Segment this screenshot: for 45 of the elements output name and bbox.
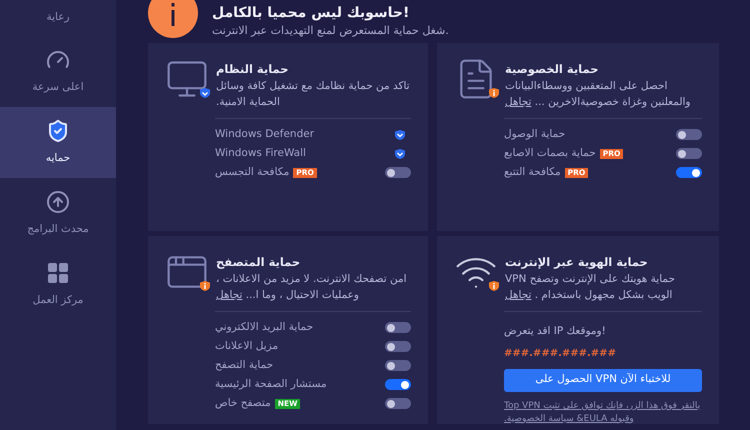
header-subtitle: شغل حماية المستعرض لمنع التهديدات عبر الانترنت.: [212, 23, 449, 39]
toggle-switch[interactable]: [676, 129, 702, 140]
setting-label: مزيل الاعلانات: [215, 338, 278, 354]
setting-label: حماية بصمات الاصابع: [504, 146, 596, 161]
card-title: حماية المتصفح: [216, 254, 302, 270]
card-description: تاكد من حماية نظامك مع تشغيل كافة وسائل الحماية الامنية.: [216, 79, 411, 110]
setting-label: حماية التصفح: [215, 358, 274, 373]
card-description: حماية هويتك على الإنترنت وتصفح VPN الويب بشكل مجهول باستخدام . تجاهل: [505, 272, 676, 303]
ignore-link[interactable]: تجاهل: [216, 289, 242, 301]
setting-label: حماية الوصول: [504, 126, 566, 142]
legal-notice: بالنقر فوق هذا الزر، فإنك توافق على تثبت Top VPN وقبوله EULA& سياسة الخصوصية.: [504, 400, 702, 426]
sidebar-item[interactable]: حمايه: [0, 107, 116, 178]
card-title: حماية الخصوصية: [505, 61, 600, 77]
setting-label: Windows Defender: [215, 126, 314, 142]
exposure-warning: اقد يتعرض IP وموقعك!: [504, 324, 607, 339]
sidebar-item[interactable]: رعاية: [0, 0, 116, 36]
toggle-switch[interactable]: [385, 341, 411, 352]
grid-icon: [46, 260, 70, 285]
toggle-switch[interactable]: [676, 148, 702, 159]
toggle-switch[interactable]: [385, 379, 411, 390]
arrow-up-circle-icon: [46, 190, 70, 214]
card-title: حماية النظام: [216, 61, 290, 77]
toggle-switch[interactable]: [676, 167, 702, 178]
vpn-button[interactable]: الحصول على VPN للاختباء الآن: [504, 368, 702, 392]
card-title: حماية الهوية عبر الإنترنت: [505, 254, 649, 270]
header-title: حاسوبك ليس محميا بالكامل!: [212, 4, 410, 23]
setting-label: مكافحة التتبع: [504, 164, 561, 180]
shield-check-icon: [46, 118, 70, 143]
setting-label: مكافحة التجسس: [215, 164, 290, 180]
setting-label: Windows FireWall: [215, 146, 306, 161]
sidebar-item[interactable]: اعلى سرعة: [0, 36, 116, 107]
ip-address: ###.###.###.###: [504, 346, 617, 361]
toggle-switch[interactable]: [385, 360, 411, 371]
toggle-switch[interactable]: [385, 167, 411, 178]
card-description: امن تصفحك الانترنت. لا مزيد من الاعلانات ، وعمليات الاحتيال ، وما ا... تجاهل: [216, 272, 408, 303]
ignore-link[interactable]: تجاهل: [505, 96, 532, 108]
card-description: احصل على المتعقبين ووسطاءالبيانات والمعلنين وغزاة خصوصيةالاخرين ... تجاهل: [505, 79, 692, 110]
setting-label: مستشار الصفحة الرئيسية: [215, 376, 327, 392]
sidebar-item[interactable]: محدث البرامج: [0, 178, 116, 249]
setting-label: متصفح خاص: [215, 396, 271, 411]
ignore-link[interactable]: تجاهل: [505, 289, 532, 301]
sidebar-item[interactable]: مركز العمل: [0, 249, 116, 320]
toggle-switch[interactable]: [385, 322, 411, 333]
setting-label: حماية البريد الالكتروني: [215, 320, 314, 335]
toggle-switch[interactable]: [385, 398, 411, 409]
